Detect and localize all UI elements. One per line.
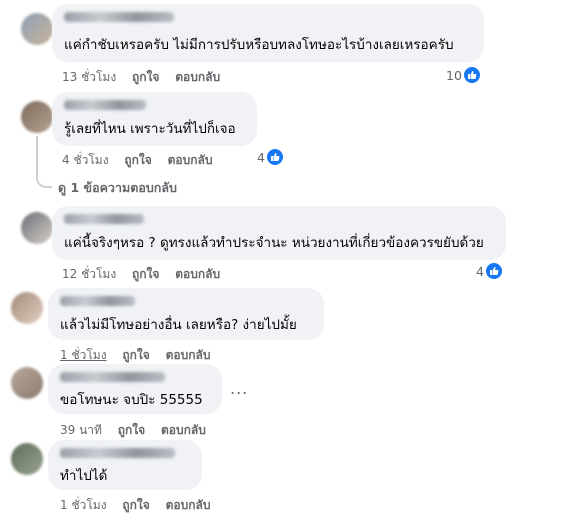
avatar[interactable] xyxy=(21,212,53,244)
avatar[interactable] xyxy=(21,13,53,45)
reply-button[interactable]: ตอบกลับ xyxy=(166,348,211,362)
reaction-count[interactable]: 4 xyxy=(257,149,283,165)
like-button[interactable]: ถูกใจ xyxy=(124,153,151,167)
comment-text: รู้เลยที่ไหน เพราะวันที่ไปก็เจอ xyxy=(64,121,236,137)
timestamp[interactable]: 12 ชั่วโมง xyxy=(62,267,116,281)
author-name-blurred[interactable] xyxy=(60,296,135,306)
comment-bubble: ขอโทษนะ จบปิะ 55555 xyxy=(48,364,222,414)
comment-meta: 13 ชั่วโมง ถูกใจ ตอบกลับ xyxy=(62,68,232,87)
like-reaction-icon xyxy=(485,263,502,279)
comment-bubble: แค่นี้จริงๆหรอ ? ดูทรงแล้วทำประจำนะ หน่ว… xyxy=(52,206,506,260)
comment-meta: 12 ชั่วโมง ถูกใจ ตอบกลับ xyxy=(62,265,232,284)
reaction-count[interactable]: 10 xyxy=(446,67,480,83)
reaction-count[interactable]: 4 xyxy=(476,263,502,279)
avatar[interactable] xyxy=(11,292,43,324)
timestamp[interactable]: 39 นาที xyxy=(60,423,102,437)
author-name-blurred[interactable] xyxy=(64,100,146,110)
author-name-blurred[interactable] xyxy=(64,214,144,224)
author-name-blurred[interactable] xyxy=(60,372,165,382)
comment-text: แค่กำชับเหรอครับ ไม่มีการปรับหรือบทลงโทษ… xyxy=(64,37,454,53)
comment-meta: 1 ชั่วโมง ถูกใจ ตอบกลับ xyxy=(60,346,222,365)
comment-bubble: รู้เลยที่ไหน เพราะวันที่ไปก็เจอ xyxy=(52,92,257,146)
author-name-blurred[interactable] xyxy=(64,12,174,22)
reaction-number: 4 xyxy=(476,263,484,279)
reply-button[interactable]: ตอบกลับ xyxy=(161,423,206,437)
author-name-blurred[interactable] xyxy=(60,448,175,458)
comment-text: ทำไปได้ xyxy=(60,468,108,484)
timestamp[interactable]: 1 ชั่วโมง xyxy=(60,348,107,362)
like-reaction-icon xyxy=(266,149,283,165)
comment-bubble: แค่กำชับเหรอครับ ไม่มีการปรับหรือบทลงโทษ… xyxy=(52,4,484,62)
reply-button[interactable]: ตอบกลับ xyxy=(175,267,220,281)
timestamp[interactable]: 1 ชั่วโมง xyxy=(60,498,107,512)
like-button[interactable]: ถูกใจ xyxy=(118,423,145,437)
reply-button[interactable]: ตอบกลับ xyxy=(168,153,213,167)
comment-meta: 1 ชั่วโมง ถูกใจ ตอบกลับ xyxy=(60,496,222,515)
comment-bubble: แล้วไม่มีโทษอย่างอื่น เลยหรือ? ง่ายไปมั้… xyxy=(48,288,324,340)
reply-button[interactable]: ตอบกลับ xyxy=(175,70,220,84)
comment-meta: 4 ชั่วโมง ถูกใจ ตอบกลับ xyxy=(62,151,224,170)
view-replies-link[interactable]: ดู 1 ข้อความตอบกลับ xyxy=(58,178,177,198)
reply-button[interactable]: ตอบกลับ xyxy=(166,498,211,512)
like-reaction-icon xyxy=(463,67,480,83)
like-button[interactable]: ถูกใจ xyxy=(122,498,149,512)
comment-text: แค่นี้จริงๆหรอ ? ดูทรงแล้วทำประจำนะ หน่ว… xyxy=(64,235,484,251)
like-button[interactable]: ถูกใจ xyxy=(132,70,159,84)
like-button[interactable]: ถูกใจ xyxy=(132,267,159,281)
timestamp[interactable]: 13 ชั่วโมง xyxy=(62,70,116,84)
comment-text: ขอโทษนะ จบปิะ 55555 xyxy=(60,392,203,408)
reaction-number: 4 xyxy=(257,149,265,165)
more-options-icon[interactable]: ... xyxy=(230,379,248,398)
avatar[interactable] xyxy=(11,443,43,475)
comment-meta: 39 นาที ถูกใจ ตอบกลับ xyxy=(60,421,218,440)
comment-text: แล้วไม่มีโทษอย่างอื่น เลยหรือ? ง่ายไปมั้… xyxy=(60,317,297,333)
reaction-number: 10 xyxy=(446,67,462,83)
reply-thread-connector xyxy=(36,136,52,188)
avatar[interactable] xyxy=(21,101,53,133)
comment-bubble: ทำไปได้ xyxy=(48,440,202,490)
like-button[interactable]: ถูกใจ xyxy=(122,348,149,362)
timestamp[interactable]: 4 ชั่วโมง xyxy=(62,153,109,167)
avatar[interactable] xyxy=(11,367,43,399)
